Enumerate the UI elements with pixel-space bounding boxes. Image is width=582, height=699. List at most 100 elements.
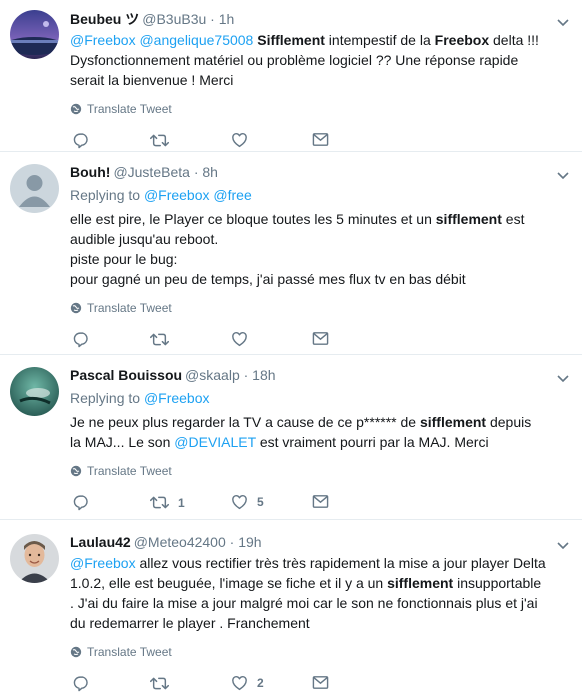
text-segment: intempestif de la	[324, 32, 435, 48]
tweet-text: Je ne peux plus regarder la TV a cause d…	[70, 412, 546, 452]
globe-icon	[70, 646, 82, 658]
tweet[interactable]: Laulau42 @Meteo42400 · 19h @Freebox allez…	[0, 520, 582, 699]
mention-link[interactable]: @DEVIALET	[174, 434, 256, 450]
chevron-down-icon[interactable]	[556, 538, 570, 552]
translate-tweet-link[interactable]: Translate Tweet	[70, 644, 546, 660]
retweet-icon	[150, 675, 169, 692]
text-segment: elle est pire, le Player ce bloque toute…	[70, 211, 436, 227]
tweet-actions	[70, 132, 546, 154]
tweet-header: Pascal Bouissou @skaalp · 18h	[70, 365, 546, 385]
tweet-actions: 15	[70, 494, 546, 516]
author-handle[interactable]: @JusteBeta	[113, 164, 189, 180]
retweet-icon	[150, 494, 169, 511]
replying-label: Replying to	[70, 390, 141, 406]
mention-link[interactable]: @Freebox	[70, 32, 136, 48]
tweet-text: @Freebox @angelique75008 Sifflement inte…	[70, 30, 546, 90]
reply-mention-link[interactable]: @Freebox	[144, 187, 210, 203]
tweet-header: Bouh! @JusteBeta · 8h	[70, 162, 546, 182]
author-name[interactable]: Bouh!	[70, 164, 110, 180]
reply-icon	[73, 675, 90, 692]
heart-icon	[231, 494, 248, 510]
translate-label: Translate Tweet	[87, 102, 172, 116]
globe-icon	[70, 103, 82, 115]
retweet-icon	[150, 132, 169, 149]
timestamp[interactable]: · 1h	[210, 11, 234, 27]
chevron-down-icon[interactable]	[556, 168, 570, 182]
like-button[interactable]	[231, 132, 257, 148]
reply-button[interactable]	[73, 675, 90, 692]
envelope-icon	[312, 675, 329, 690]
timeline: Beubeu ツ @B3uB3u · 1h @Freebox @angelique…	[0, 0, 582, 699]
mention-link[interactable]: @angelique75008	[139, 32, 253, 48]
reply-mention-link[interactable]: @Freebox	[144, 390, 210, 406]
reply-button[interactable]	[73, 331, 90, 348]
like-count: 5	[257, 495, 264, 509]
like-button[interactable]: 5	[231, 494, 264, 510]
highlighted-keyword: sifflement	[435, 211, 502, 227]
text-segment: Je ne peux plus regarder la TV a cause d…	[70, 414, 420, 430]
tweet-text: @Freebox allez vous rectifier très très …	[70, 553, 546, 633]
direct-message-button[interactable]	[312, 132, 329, 147]
highlighted-keyword: Freebox	[434, 32, 490, 48]
tweet-header: Beubeu ツ @B3uB3u · 1h	[70, 9, 546, 29]
timestamp[interactable]: · 18h	[244, 367, 276, 383]
mention-link[interactable]: @Freebox	[70, 555, 136, 571]
translate-tweet-link[interactable]: Translate Tweet	[70, 463, 546, 479]
author-name[interactable]: Pascal Bouissou	[70, 367, 182, 383]
like-button[interactable]	[231, 331, 257, 347]
author-handle[interactable]: @B3uB3u	[142, 11, 206, 27]
highlighted-keyword: Sifflement	[257, 32, 325, 48]
like-button[interactable]: 2	[231, 675, 264, 691]
heart-icon	[231, 132, 248, 148]
translate-label: Translate Tweet	[87, 464, 172, 478]
direct-message-button[interactable]	[312, 675, 329, 690]
reply-icon	[73, 331, 90, 348]
tweet[interactable]: Bouh! @JusteBeta · 8h Replying to @Freebo…	[0, 152, 582, 355]
translate-label: Translate Tweet	[87, 301, 172, 315]
chevron-down-icon[interactable]	[556, 371, 570, 385]
replying-label: Replying to	[70, 187, 141, 203]
timestamp[interactable]: · 19h	[230, 534, 262, 550]
retweet-icon	[150, 331, 169, 348]
retweet-button[interactable]: 1	[150, 494, 185, 511]
timestamp[interactable]: · 8h	[194, 164, 218, 180]
like-count: 2	[257, 676, 264, 690]
chevron-down-icon[interactable]	[556, 15, 570, 29]
avatar[interactable]	[10, 164, 59, 213]
globe-icon	[70, 465, 82, 477]
retweet-count: 1	[178, 495, 185, 510]
text-segment: pour gagné un peu de temps, j'ai passé m…	[70, 271, 466, 287]
translate-tweet-link[interactable]: Translate Tweet	[70, 101, 546, 117]
globe-icon	[70, 302, 82, 314]
reply-mention-link[interactable]: @free	[213, 187, 251, 203]
avatar[interactable]	[10, 367, 59, 416]
author-name[interactable]: Beubeu ツ	[70, 11, 139, 27]
tweet-actions	[70, 331, 546, 353]
text-segment: piste pour le bug:	[70, 251, 178, 267]
retweet-button[interactable]	[150, 132, 178, 149]
avatar[interactable]	[10, 534, 59, 583]
replying-to: Replying to @Freebox @free	[70, 185, 546, 205]
reply-icon	[73, 132, 90, 149]
highlighted-keyword: sifflement	[419, 414, 487, 430]
reply-button[interactable]	[73, 132, 90, 149]
heart-icon	[231, 331, 248, 347]
reply-button[interactable]	[73, 494, 90, 511]
author-handle[interactable]: @Meteo42400	[134, 534, 226, 550]
tweet-actions: 2	[70, 675, 546, 697]
avatar[interactable]	[10, 10, 59, 59]
author-handle[interactable]: @skaalp	[185, 367, 240, 383]
direct-message-button[interactable]	[312, 331, 329, 346]
heart-icon	[231, 675, 248, 691]
translate-label: Translate Tweet	[87, 645, 172, 659]
tweet[interactable]: Pascal Bouissou @skaalp · 18h Replying to…	[0, 355, 582, 520]
envelope-icon	[312, 494, 329, 509]
envelope-icon	[312, 331, 329, 346]
retweet-button[interactable]	[150, 331, 178, 348]
translate-tweet-link[interactable]: Translate Tweet	[70, 300, 546, 316]
direct-message-button[interactable]	[312, 494, 329, 509]
highlighted-keyword: sifflement	[387, 575, 454, 591]
author-name[interactable]: Laulau42	[70, 534, 131, 550]
retweet-button[interactable]	[150, 675, 178, 692]
tweet[interactable]: Beubeu ツ @B3uB3u · 1h @Freebox @angelique…	[0, 0, 582, 152]
